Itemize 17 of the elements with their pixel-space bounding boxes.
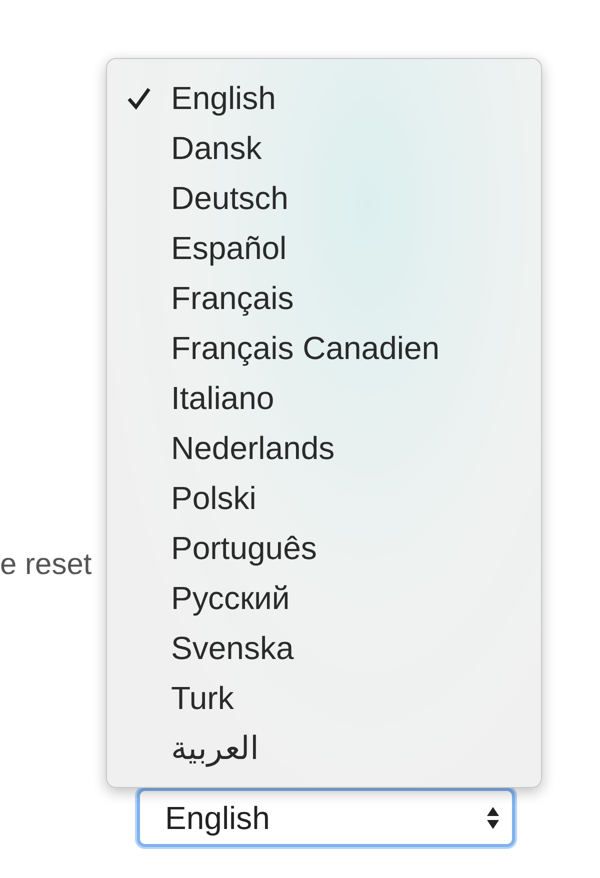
language-select[interactable]: English [137, 788, 515, 847]
menu-item[interactable]: Français [107, 273, 541, 323]
menu-item[interactable]: Svenska [107, 623, 541, 673]
up-down-arrows-icon [486, 804, 500, 830]
menu-item[interactable]: Español [107, 223, 541, 273]
menu-item[interactable]: العربية [107, 723, 541, 773]
menu-item[interactable]: English [107, 73, 541, 123]
menu-item[interactable]: Dansk [107, 123, 541, 173]
menu-item[interactable]: Português [107, 523, 541, 573]
menu-item[interactable]: Italiano [107, 373, 541, 423]
menu-item[interactable]: Nederlands [107, 423, 541, 473]
body-text: e reset [0, 547, 92, 583]
menu-item[interactable]: Русский [107, 573, 541, 623]
menu-item[interactable]: Polski [107, 473, 541, 523]
menu-item[interactable]: Turk [107, 673, 541, 723]
menu-item[interactable]: Français Canadien [107, 323, 541, 373]
menu-item[interactable]: Deutsch [107, 173, 541, 223]
